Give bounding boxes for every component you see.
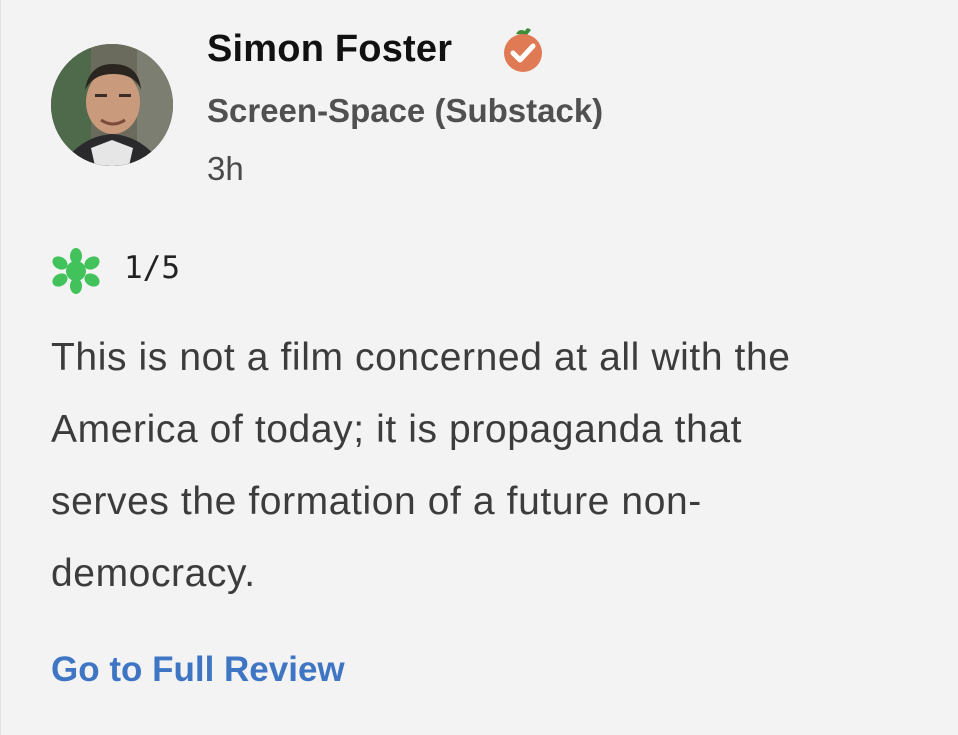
review-card: Simon Foster Screen-Space (Substack) 3h … (0, 0, 958, 735)
review-timestamp: 3h (207, 150, 244, 187)
go-to-full-review-link[interactable]: Go to Full Review (51, 650, 345, 690)
review-text-line: democracy. (51, 552, 256, 595)
review-text-line: America of today; it is propaganda that (51, 408, 743, 451)
review-text-line: serves the formation of a future non- (51, 480, 702, 523)
review-text: This is not a film concerned at all with… (51, 322, 941, 610)
critic-avatar[interactable] (51, 44, 173, 166)
publication-name[interactable]: Screen-Space (Substack) (207, 92, 603, 130)
rotten-splat-icon (51, 248, 101, 294)
critic-name[interactable]: Simon Foster (207, 28, 452, 71)
avatar-photo (51, 44, 173, 166)
verified-critic-icon (499, 26, 547, 74)
review-score: 1/5 (124, 250, 180, 286)
review-text-line: This is not a film concerned at all with… (51, 336, 791, 379)
